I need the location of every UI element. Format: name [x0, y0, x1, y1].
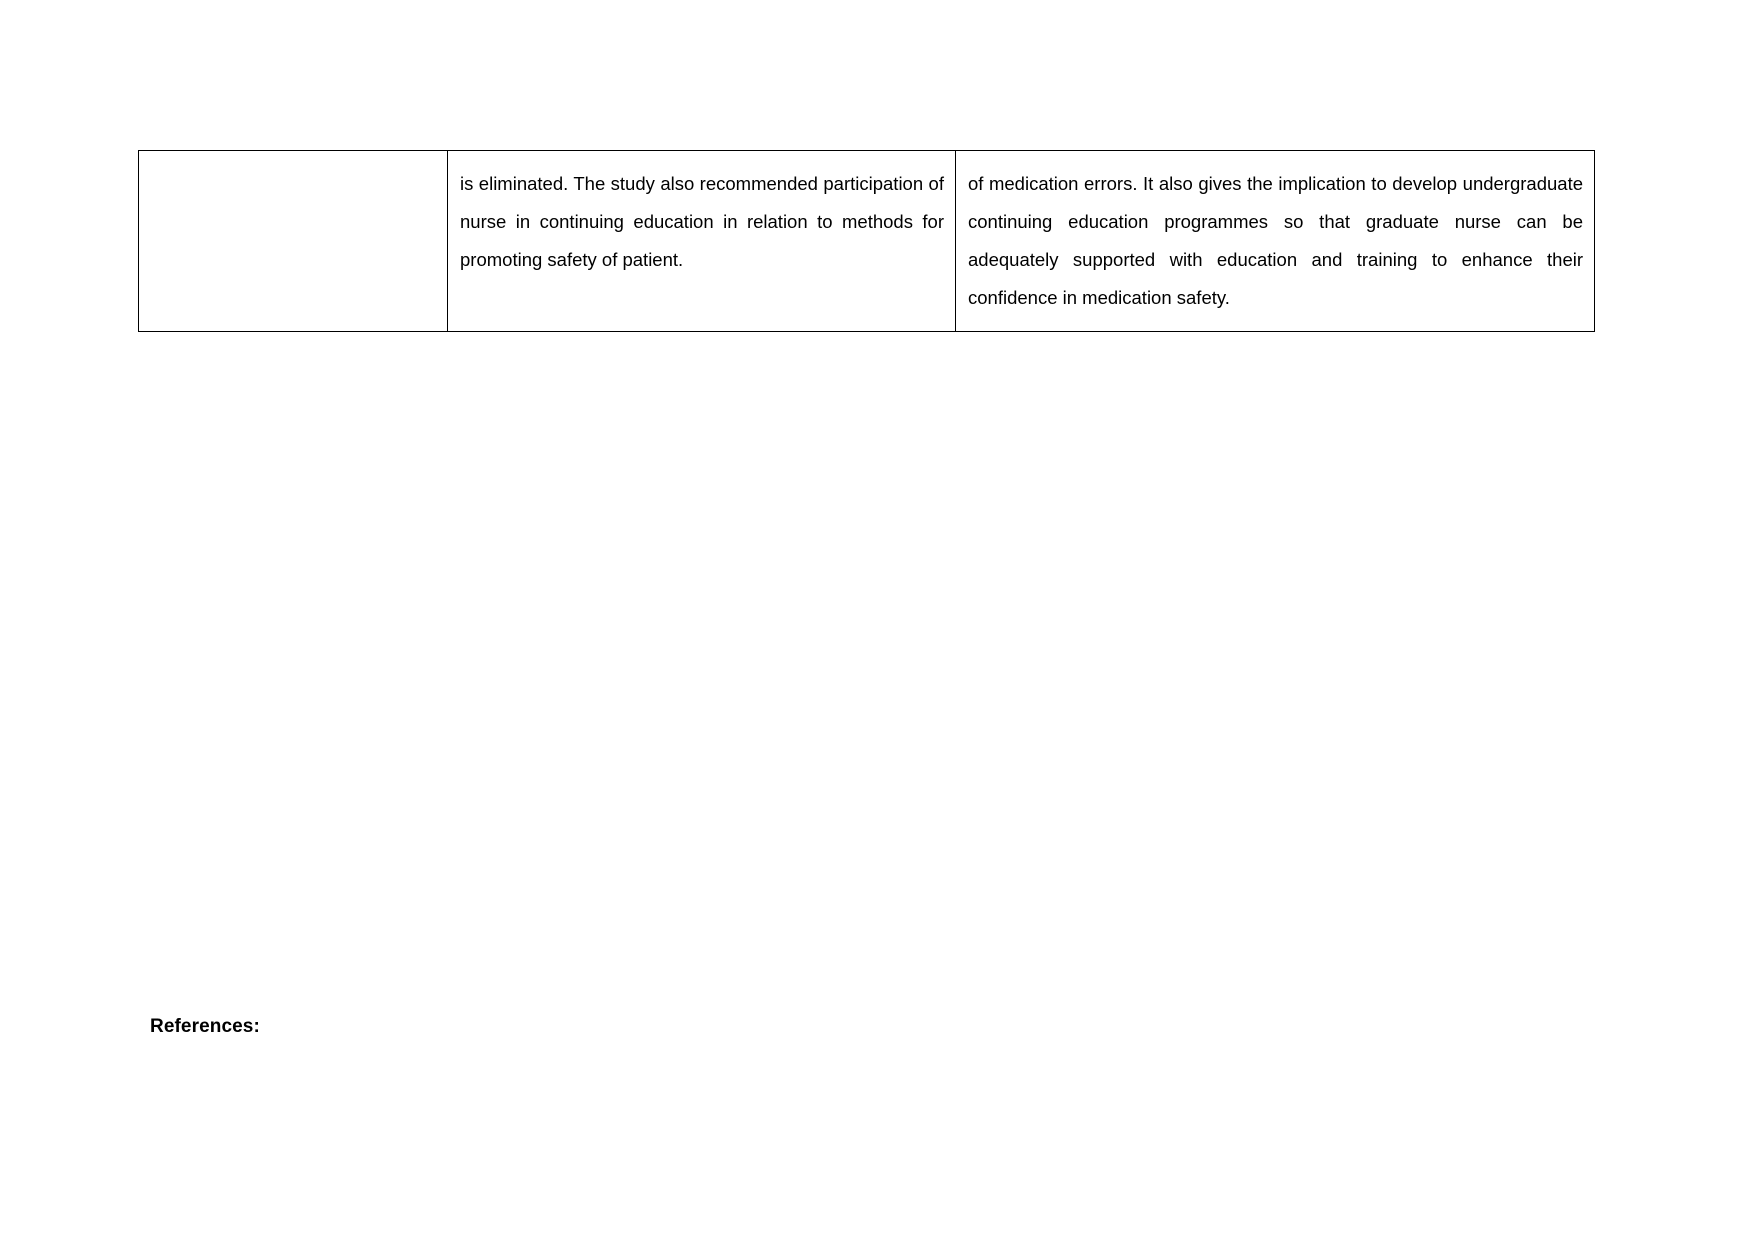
cell-right-implications: of medication errors. It also gives the … — [968, 173, 1583, 308]
content-table: is eliminated. The study also recommende… — [138, 150, 1595, 332]
table-cell-middle: is eliminated. The study also recommende… — [447, 150, 956, 332]
table-body: is eliminated. The study also recommende… — [138, 150, 1595, 332]
document-page: is eliminated. The study also recommende… — [0, 0, 1754, 1241]
table-row: is eliminated. The study also recommende… — [138, 150, 1595, 332]
table-cell-right: of medication errors. It also gives the … — [955, 150, 1595, 332]
references-heading: References: — [150, 1016, 260, 1037]
cell-left-empty — [139, 151, 447, 329]
cell-middle-findings: is eliminated. The study also recommende… — [460, 173, 944, 270]
table-cell-left — [138, 150, 448, 332]
